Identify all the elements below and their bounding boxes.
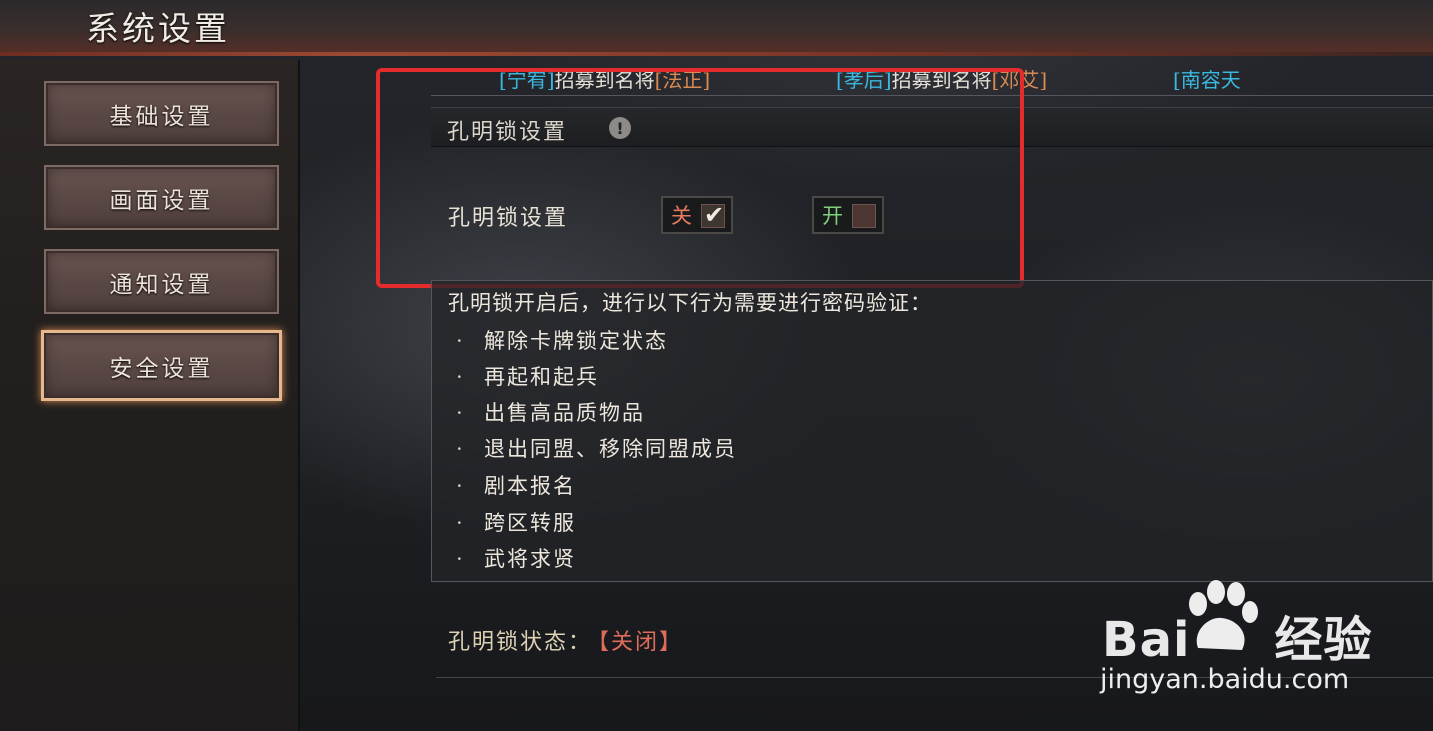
- description-intro: 孔明锁开启后，进行以下行为需要进行密码验证：: [448, 291, 932, 315]
- list-item: · 跨区转服: [456, 507, 576, 537]
- list-item: · 武将求贤: [456, 543, 576, 573]
- lock-status-row: 孔明锁状态： 【关闭】: [448, 624, 683, 656]
- bullet: ·: [456, 474, 465, 498]
- list-item: · 解除卡牌锁定状态: [456, 325, 668, 355]
- list-item-text: 再起和起兵: [484, 365, 599, 389]
- status-label: 孔明锁状态：: [448, 630, 593, 655]
- watermark-url: jingyan.baidu.com: [1100, 664, 1350, 695]
- page-title: 系统设置: [86, 9, 230, 48]
- description-panel: 孔明锁开启后，进行以下行为需要进行密码验证： · 解除卡牌锁定状态 · 再起和起兵 …: [431, 280, 1433, 582]
- ticker-entry: [南容天: [1173, 64, 1241, 93]
- status-value: 【关闭】: [598, 630, 684, 655]
- bullet: ·: [456, 401, 465, 425]
- bullet: ·: [456, 329, 465, 353]
- ticker-player-name: [南容天: [1173, 68, 1241, 92]
- list-item-text: 解除卡牌锁定状态: [484, 329, 668, 353]
- list-item: · 出售高品质物品: [456, 397, 645, 427]
- list-item-text: 剧本报名: [484, 474, 576, 498]
- watermark-logo-right: 经验: [1274, 612, 1373, 668]
- bullet: ·: [456, 547, 465, 571]
- bullet: ·: [456, 365, 465, 389]
- bullet: ·: [456, 437, 465, 461]
- list-item-text: 退出同盟、移除同盟成员: [484, 437, 737, 461]
- bullet: ·: [456, 511, 465, 535]
- sidebar-item-basic-settings[interactable]: 基础设置: [44, 81, 279, 146]
- watermark-logo: Bai 经验: [1102, 600, 1372, 670]
- list-item: · 再起和起兵: [456, 361, 599, 391]
- sidebar-item-notification-settings[interactable]: 通知设置: [44, 249, 279, 314]
- sidebar-item-display-settings[interactable]: 画面设置: [44, 165, 279, 230]
- header-bar: 系统设置: [0, 0, 1433, 56]
- highlight-frame: [376, 68, 1024, 288]
- list-item-text: 出售高品质物品: [484, 401, 645, 425]
- list-item-text: 跨区转服: [484, 511, 576, 535]
- list-item: · 退出同盟、移除同盟成员: [456, 433, 737, 463]
- sidebar-item-security-settings[interactable]: 安全设置: [41, 330, 282, 401]
- watermark-logo-left: Bai: [1102, 612, 1191, 668]
- list-item: · 剧本报名: [456, 470, 576, 500]
- list-item-text: 武将求贤: [484, 547, 576, 571]
